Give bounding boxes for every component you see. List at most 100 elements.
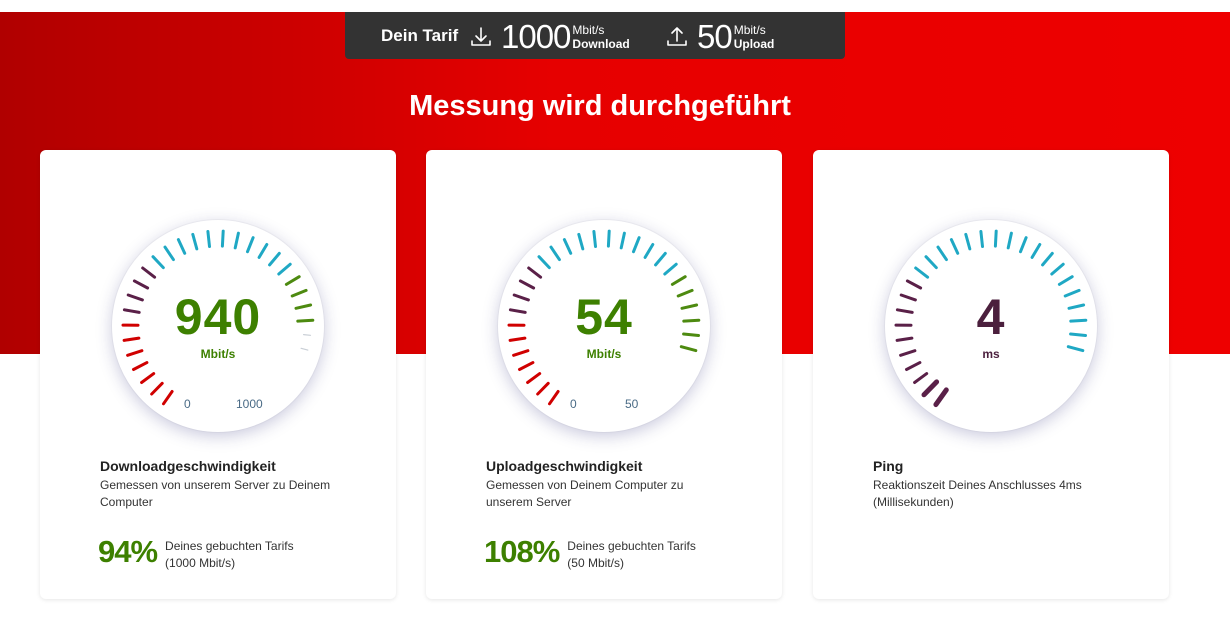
page-title: Messung wird durchgeführt	[409, 90, 791, 122]
download-percentage: 94% Deines gebuchten Tarifs (1000 Mbit/s…	[98, 534, 294, 572]
gauge-tick	[654, 251, 667, 267]
desc-text: Reaktionszeit Deines Anschlusses 4ms (Mi…	[873, 478, 1082, 509]
upload-icon	[535, 174, 560, 198]
gauge-tick	[1050, 262, 1065, 276]
ping-description: Ping Reaktionszeit Deines Anschlusses 4m…	[873, 458, 1113, 511]
gauge-tick	[592, 230, 597, 248]
tarif-download-unit: Mbit/s	[572, 23, 605, 37]
tarif-bar: Dein Tarif 1000 Mbit/s Download 50 Mbit/…	[345, 12, 845, 59]
gauge-tick	[206, 230, 211, 248]
gauge-tick	[162, 390, 174, 406]
pct-line2: (1000 Mbit/s)	[165, 556, 236, 570]
gauge-tick	[905, 279, 923, 290]
gauge-tick	[619, 231, 626, 250]
tarif-upload-label: Upload	[733, 37, 775, 51]
desc-title: Ping	[873, 458, 904, 474]
gauge-value: 4	[976, 289, 1006, 345]
gauge-min: 0	[184, 397, 191, 411]
gauge-tick	[643, 243, 655, 259]
gauge-tick	[949, 238, 960, 255]
gauge-tick	[577, 232, 585, 251]
card-title-text: Ping	[981, 170, 1045, 202]
gauge-tick	[1057, 275, 1074, 286]
download-card: Download 940 Mbit/s 0 1000 Downloadgesch…	[40, 150, 396, 599]
gauge-tick	[936, 245, 948, 262]
gauge-tick	[140, 372, 156, 384]
gauge-min: 0	[570, 397, 577, 411]
info-icon[interactable]	[352, 174, 376, 198]
gauge-unit: Mbit/s	[200, 347, 236, 361]
desc-text: Gemessen von Deinem Computer zu unserem …	[486, 478, 684, 509]
gauge-tick	[268, 251, 281, 267]
gauge-tick	[233, 231, 240, 250]
gauge-tick	[518, 361, 535, 371]
download-icon	[129, 174, 154, 198]
upload-percentage: 108% Deines gebuchten Tarifs (50 Mbit/s)	[484, 534, 696, 572]
gauge-tick	[526, 372, 542, 384]
pct-line2: (50 Mbit/s)	[567, 556, 624, 570]
ping-icon	[940, 174, 965, 199]
card-title-ping: Ping	[813, 170, 1169, 203]
gauge-tick	[632, 236, 641, 254]
gauge-tick	[993, 229, 998, 248]
gauge-max: 50	[625, 397, 639, 411]
gauge-tick	[132, 361, 149, 371]
gauge-tick	[141, 266, 157, 279]
gauge-value: 940	[174, 289, 262, 345]
gauge-tick	[176, 238, 187, 255]
gauge-tick	[1006, 231, 1013, 250]
tarif-upload: 50 Mbit/s Upload	[665, 18, 774, 56]
gauge-tick	[921, 379, 940, 398]
gauge-tick	[924, 255, 938, 270]
download-gauge: 940 Mbit/s 0 1000	[112, 220, 324, 432]
tarif-upload-unit: Mbit/s	[733, 23, 766, 37]
gauge-tick	[1041, 251, 1054, 267]
gauge-tick	[246, 236, 255, 254]
gauge-tick	[518, 279, 536, 290]
pct-line1: Deines gebuchten Tarifs	[567, 539, 696, 553]
download-icon	[471, 27, 491, 46]
tarif-download: 1000 Mbit/s Download	[469, 18, 630, 56]
info-icon[interactable]	[738, 174, 762, 198]
gauge-tick	[670, 275, 687, 286]
tarif-label: Dein Tarif	[381, 26, 459, 45]
pct-line1: Deines gebuchten Tarifs	[165, 539, 294, 553]
gauge-tick	[132, 279, 150, 290]
gauge-tick	[905, 361, 922, 371]
gauge-tick	[257, 243, 269, 259]
ping-card: Ping 4 ms Ping Reaktionszeit Deines Ansc…	[813, 150, 1169, 599]
tarif-download-value: 1000	[501, 18, 571, 55]
gauge-tick	[527, 266, 543, 279]
desc-title: Downloadgeschwindigkeit	[100, 458, 276, 474]
pct-value: 94%	[98, 534, 158, 569]
gauge-tick	[913, 372, 929, 384]
gauge-tick	[191, 232, 199, 251]
gauge-tick	[277, 262, 292, 276]
gauge-unit: ms	[982, 347, 1000, 361]
gauge-tick	[537, 255, 551, 270]
tarif-download-label: Download	[572, 37, 630, 51]
desc-title: Uploadgeschwindigkeit	[486, 458, 643, 474]
upload-description: Uploadgeschwindigkeit Gemessen von Deine…	[486, 458, 726, 511]
gauge-max: 1000	[236, 397, 263, 411]
ping-gauge: 4 ms	[885, 220, 1097, 432]
gauge-tick	[151, 255, 165, 270]
gauge-tick	[536, 381, 550, 396]
gauge-unit: Mbit/s	[586, 347, 622, 361]
card-title-upload: Upload	[426, 170, 782, 203]
gauge-tick	[979, 230, 984, 248]
gauge-tick	[150, 381, 164, 396]
card-title-download: Download	[40, 170, 396, 203]
gauge-tick	[220, 229, 225, 248]
gauge-value: 54	[575, 289, 633, 345]
card-title-text: Upload	[576, 170, 676, 202]
gauge-tick	[284, 275, 301, 286]
card-title-text: Download	[170, 170, 310, 202]
gauge-tick	[1030, 243, 1042, 259]
gauge-tick	[964, 232, 972, 251]
upload-icon	[667, 27, 687, 46]
gauge-tick	[606, 229, 611, 248]
info-icon[interactable]	[1125, 174, 1149, 198]
tarif-upload-value: 50	[697, 18, 733, 55]
gauge-tick	[663, 262, 678, 276]
